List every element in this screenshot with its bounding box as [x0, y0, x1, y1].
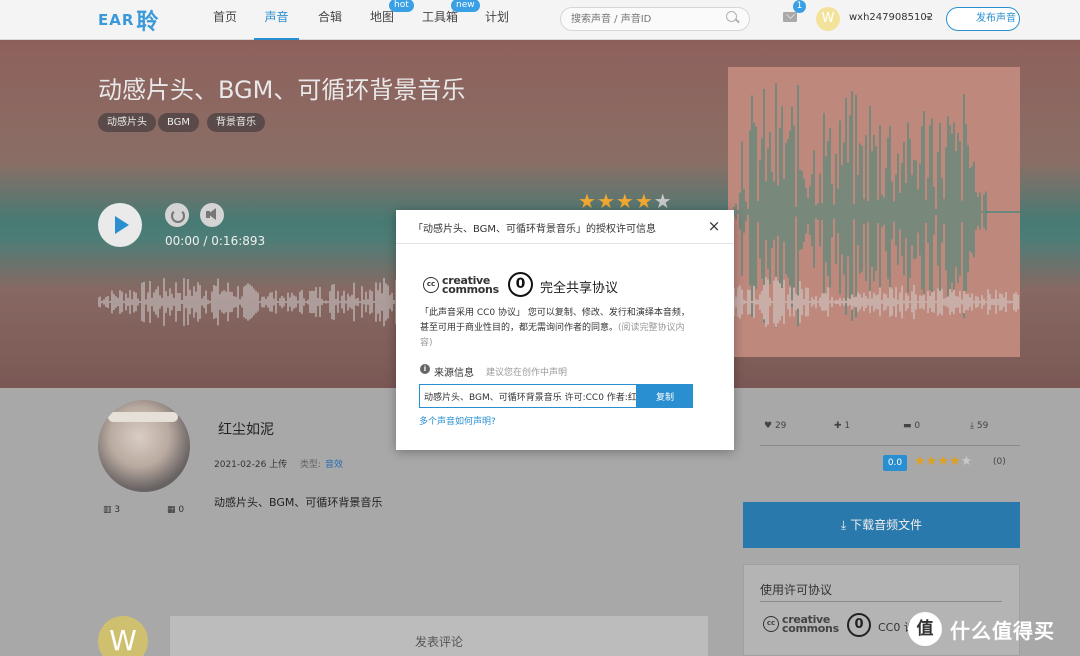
divider: [760, 445, 1020, 446]
download-button[interactable]: ⤓ 下载音频文件: [743, 502, 1020, 548]
cc-icon: cc: [423, 277, 439, 293]
heart-icon: ♥: [764, 421, 773, 431]
search-input[interactable]: [560, 7, 750, 31]
nav-item-collections[interactable]: 合辑: [318, 0, 342, 40]
divider: [760, 601, 1002, 602]
creative-commons-logo[interactable]: cc creative commons: [763, 614, 839, 635]
nav-label: 地图: [370, 10, 395, 24]
star-icon[interactable]: ★: [937, 454, 949, 469]
star-icon[interactable]: ★: [926, 454, 938, 469]
author-avatar[interactable]: [98, 400, 190, 492]
score-count: (0): [993, 457, 1006, 467]
loop-icon[interactable]: [165, 203, 189, 227]
nav-label: 合辑: [318, 10, 343, 24]
comments-count: 0: [914, 421, 921, 431]
bars-icon: ▥: [103, 505, 112, 515]
like-stat[interactable]: ♥ 29: [764, 421, 786, 431]
mail-count-badge: 1: [793, 0, 806, 13]
cc-wordmark: creative commons: [442, 275, 499, 296]
creative-commons-logo[interactable]: cc creative commons: [423, 275, 499, 296]
username[interactable]: wxh2479085102: [849, 12, 933, 23]
type-label: 类型:: [300, 460, 322, 470]
cc0-icon: 0: [847, 613, 871, 637]
new-badge: new: [451, 0, 480, 12]
site-logo[interactable]: EAR 聆: [98, 7, 159, 35]
plays-count: 3: [114, 505, 121, 515]
cc-line2: commons: [442, 283, 499, 296]
collections-stat: ▦ 0: [167, 505, 184, 515]
nav-label: 首页: [213, 10, 238, 24]
mail-icon[interactable]: [783, 12, 797, 22]
downloads-count: 59: [976, 421, 989, 431]
author-name[interactable]: 红尘如泥: [218, 419, 274, 439]
hot-badge: hot: [389, 0, 414, 12]
publish-sound-button[interactable]: 发布声音: [946, 7, 1020, 31]
nav-item-plan[interactable]: 计划: [485, 0, 509, 40]
score-badge: 0.0: [883, 455, 907, 471]
license-name: 完全共享协议: [540, 281, 619, 296]
cc0-icon: 0: [508, 272, 533, 297]
tag[interactable]: 背景音乐: [207, 113, 265, 132]
attribution-field[interactable]: [419, 384, 637, 408]
source-hint: 建议您在创作中声明: [486, 368, 568, 378]
divider: [396, 243, 734, 244]
collections-count: 0: [178, 505, 185, 515]
avatar[interactable]: W: [816, 7, 840, 31]
source-label: 来源信息: [434, 368, 474, 379]
plays-stat: ▥ 3: [103, 505, 120, 515]
download-label: 下载音频文件: [850, 518, 923, 532]
license-description: 「此声音采用 CC0 协议」 您可以复制、修改、发行和演绎本音频，甚至可用于商业…: [420, 306, 690, 351]
type-link[interactable]: 音效: [325, 457, 343, 470]
logo-char: 聆: [136, 10, 159, 35]
top-nav: EAR 聆 首页 声音 合辑 地图 hot 工具箱 new 计划 1 W wxh…: [0, 0, 1080, 40]
playback-time: 00:00 / 0:16:893: [165, 234, 266, 248]
nav-label: 声音: [264, 10, 289, 24]
close-icon[interactable]: ×: [707, 219, 721, 234]
modal-title: 「动感片头、BGM、可循环背景音乐」的授权许可信息: [413, 224, 657, 235]
star-icon[interactable]: ★: [914, 454, 926, 469]
comment-stat[interactable]: ▬ 0: [903, 421, 920, 431]
add-stat[interactable]: ✚ 1: [834, 421, 850, 431]
watermark-text: 什么值得买: [950, 618, 1055, 643]
license-title: 使用许可协议: [760, 583, 833, 597]
nav-item-home[interactable]: 首页: [213, 0, 237, 40]
download-icon: ⤓: [840, 518, 847, 532]
grid-icon: ▦: [167, 505, 176, 515]
logo-text: EAR: [98, 11, 135, 29]
search-icon[interactable]: [726, 11, 737, 22]
play-button[interactable]: [98, 203, 142, 247]
tag[interactable]: BGM: [158, 113, 200, 132]
volume-icon[interactable]: [200, 203, 224, 227]
nav-label: 计划: [485, 10, 510, 24]
license-modal: 「动感片头、BGM、可循环背景音乐」的授权许可信息 × cc creative c…: [396, 210, 734, 450]
comment-icon: ▬: [903, 421, 912, 431]
sound-description: 动感片头、BGM、可循环背景音乐: [214, 496, 383, 509]
likes-count: 29: [774, 421, 787, 431]
nav-label: 工具箱: [422, 10, 459, 24]
nav-item-sounds[interactable]: 声音: [254, 0, 299, 40]
score-stars[interactable]: ★★★★★: [914, 454, 972, 469]
download-stat[interactable]: ⤓ 59: [970, 421, 988, 431]
copy-button[interactable]: 复制: [637, 384, 693, 408]
info-icon: i: [420, 364, 430, 374]
adds-count: 1: [844, 421, 851, 431]
tag[interactable]: 动感片头: [98, 113, 156, 132]
upload-date: 2021-02-26 上传: [214, 460, 288, 470]
cc-icon: cc: [763, 616, 779, 632]
multi-attribution-link[interactable]: 多个声音如何声明?: [419, 414, 496, 427]
star-icon[interactable]: ★: [949, 454, 961, 469]
post-comment-button[interactable]: 发表评论: [170, 616, 708, 656]
star-icon[interactable]: ★: [961, 454, 973, 469]
download-icon: ⤓: [970, 421, 974, 431]
chevron-down-icon[interactable]: [926, 16, 932, 20]
cc-wordmark: creative commons: [782, 614, 839, 635]
watermark: 值 什么值得买: [908, 610, 1055, 648]
watermark-badge: 值: [908, 612, 942, 646]
cc-line2: commons: [782, 622, 839, 635]
plus-icon: ✚: [834, 421, 842, 431]
sound-title: 动感片头、BGM、可循环背景音乐: [98, 76, 466, 104]
